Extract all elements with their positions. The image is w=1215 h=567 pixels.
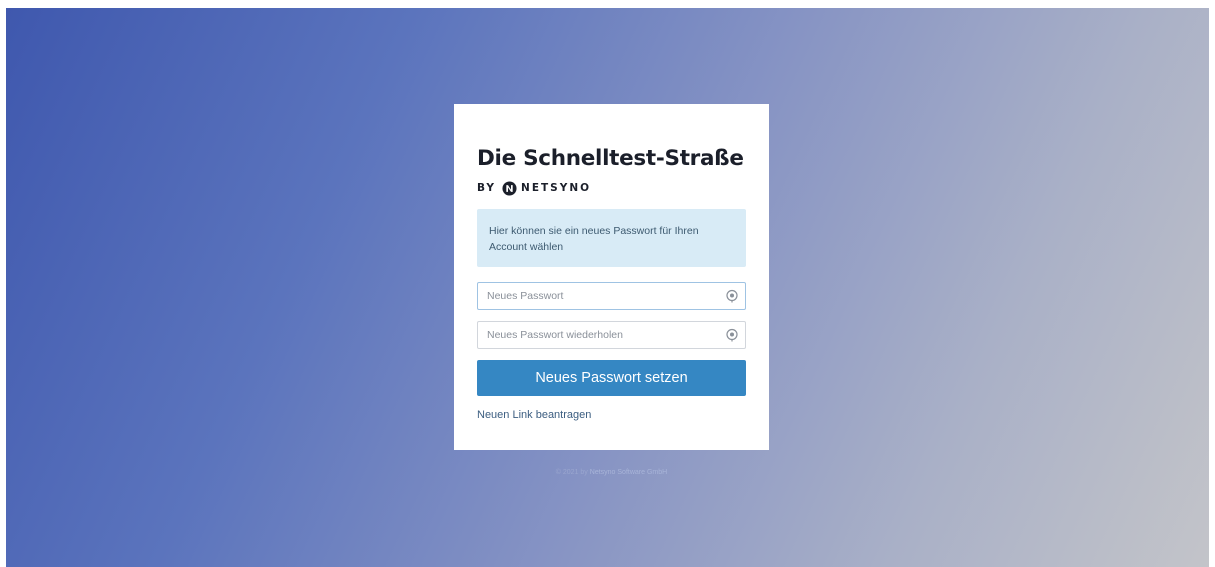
page-title: Die Schnelltest-Straße (477, 146, 744, 171)
set-password-button[interactable]: Neues Passwort setzen (477, 360, 746, 396)
eye-icon[interactable] (725, 289, 739, 303)
footer-org-link[interactable]: Netsyno Software GmbH (590, 469, 667, 476)
info-message: Hier können sie ein neues Passwort für I… (477, 209, 746, 267)
eye-icon[interactable] (725, 328, 739, 342)
footer-copyright: © 2021 by (555, 469, 588, 476)
new-password-input[interactable] (478, 283, 745, 309)
brand-name: NETSYNO (521, 182, 592, 194)
repeat-password-input[interactable] (478, 322, 745, 348)
netsyno-logo-icon (502, 180, 517, 196)
page-background: Die Schnelltest-Straße BY NETSYNO Hier k… (6, 8, 1209, 567)
repeat-password-field (477, 321, 746, 349)
request-new-link[interactable]: Neuen Link beantragen (477, 409, 591, 421)
brand-prefix: BY (477, 182, 497, 194)
reset-password-card: Die Schnelltest-Straße BY NETSYNO Hier k… (454, 104, 769, 450)
new-password-field (477, 282, 746, 310)
brand-line: BY NETSYNO (477, 180, 746, 196)
footer: © 2021 by Netsyno Software GmbH (454, 469, 769, 476)
